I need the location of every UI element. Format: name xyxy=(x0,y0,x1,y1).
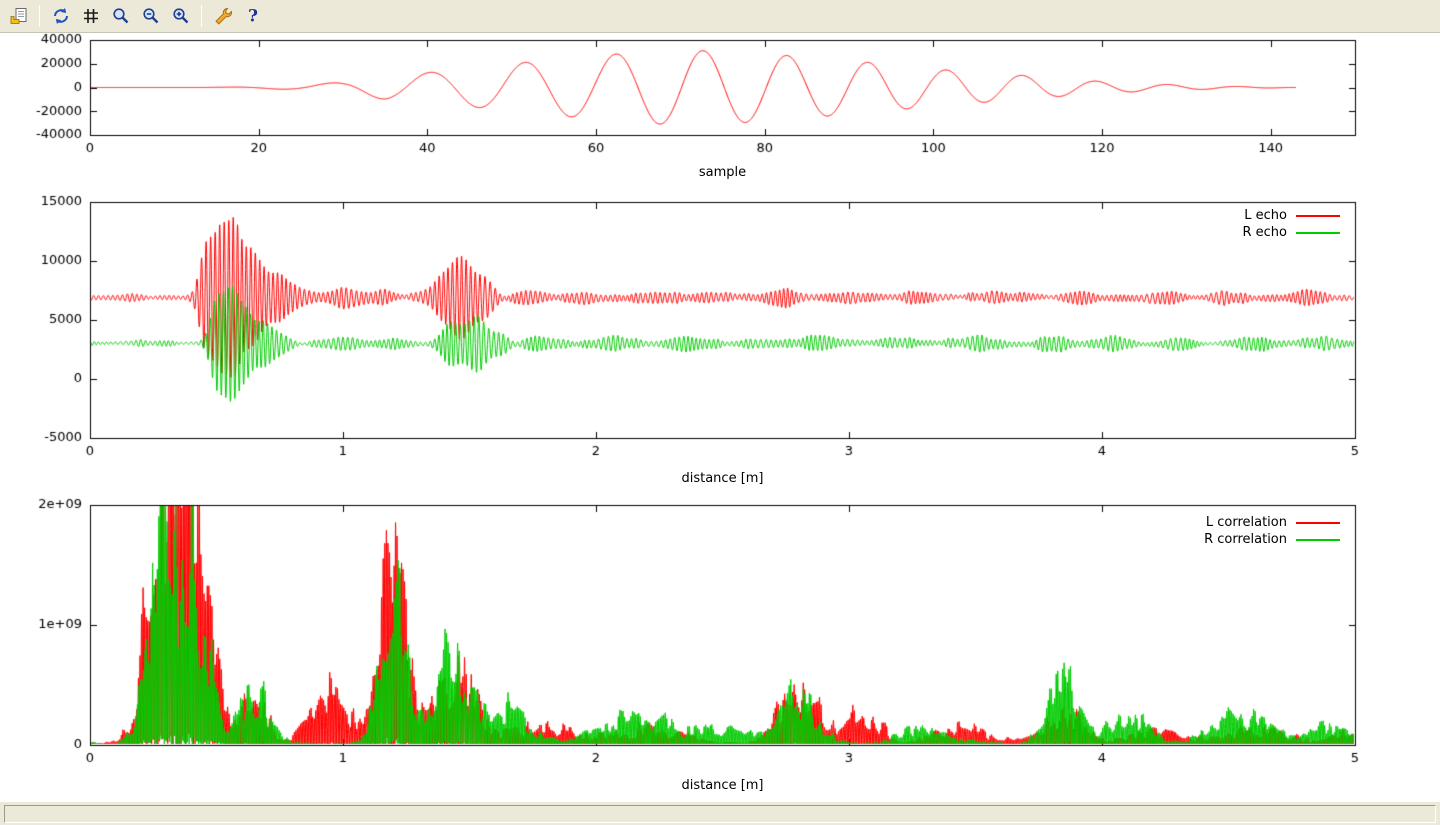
legend-label: L echo xyxy=(1244,209,1287,222)
svg-text:?: ? xyxy=(248,7,258,27)
legend-entry-l-echo: L echo xyxy=(1244,209,1340,222)
legend-line-swatch xyxy=(1296,539,1340,541)
magnifier-minus-icon xyxy=(141,6,161,26)
legend-line-swatch xyxy=(1296,232,1340,234)
refresh-icon xyxy=(51,6,71,26)
grid-toggle-button[interactable] xyxy=(77,3,104,30)
gnuplot-window: ? sample distance [m] distance [m] L ech… xyxy=(0,0,1440,825)
configure-button[interactable] xyxy=(209,3,236,30)
legend-label: L correlation xyxy=(1206,516,1287,529)
zoom-previous-button[interactable] xyxy=(137,3,164,30)
plot-area[interactable] xyxy=(0,0,1440,825)
status-field xyxy=(4,805,1436,823)
toolbar-separator xyxy=(39,5,40,27)
question-mark-icon: ? xyxy=(243,6,263,26)
plot3-legend: L correlation R correlation xyxy=(1204,516,1340,546)
plot1-xlabel: sample xyxy=(90,165,1355,180)
legend-label: R echo xyxy=(1242,226,1287,239)
magnifier-icon xyxy=(111,6,131,26)
help-button[interactable]: ? xyxy=(239,3,266,30)
zoom-next-button[interactable] xyxy=(167,3,194,30)
plot3-xlabel: distance [m] xyxy=(90,778,1355,793)
replot-button[interactable] xyxy=(47,3,74,30)
plot2-xlabel: distance [m] xyxy=(90,471,1355,486)
wrench-icon xyxy=(213,6,233,26)
legend-label: R correlation xyxy=(1204,533,1287,546)
legend-entry-r-correlation: R correlation xyxy=(1204,533,1340,546)
legend-entry-l-correlation: L correlation xyxy=(1206,516,1340,529)
grid-icon xyxy=(81,6,101,26)
plot2-legend: L echo R echo xyxy=(1242,209,1340,239)
toolbar-separator xyxy=(201,5,202,27)
status-bar xyxy=(0,801,1440,825)
legend-line-swatch xyxy=(1296,215,1340,217)
legend-entry-r-echo: R echo xyxy=(1242,226,1340,239)
toolbar: ? xyxy=(0,0,1440,33)
legend-line-swatch xyxy=(1296,522,1340,524)
magnifier-plus-icon xyxy=(171,6,191,26)
zoom-region-button[interactable] xyxy=(107,3,134,30)
copy-to-clipboard-icon xyxy=(9,6,29,26)
copy-to-clipboard-button[interactable] xyxy=(5,3,32,30)
